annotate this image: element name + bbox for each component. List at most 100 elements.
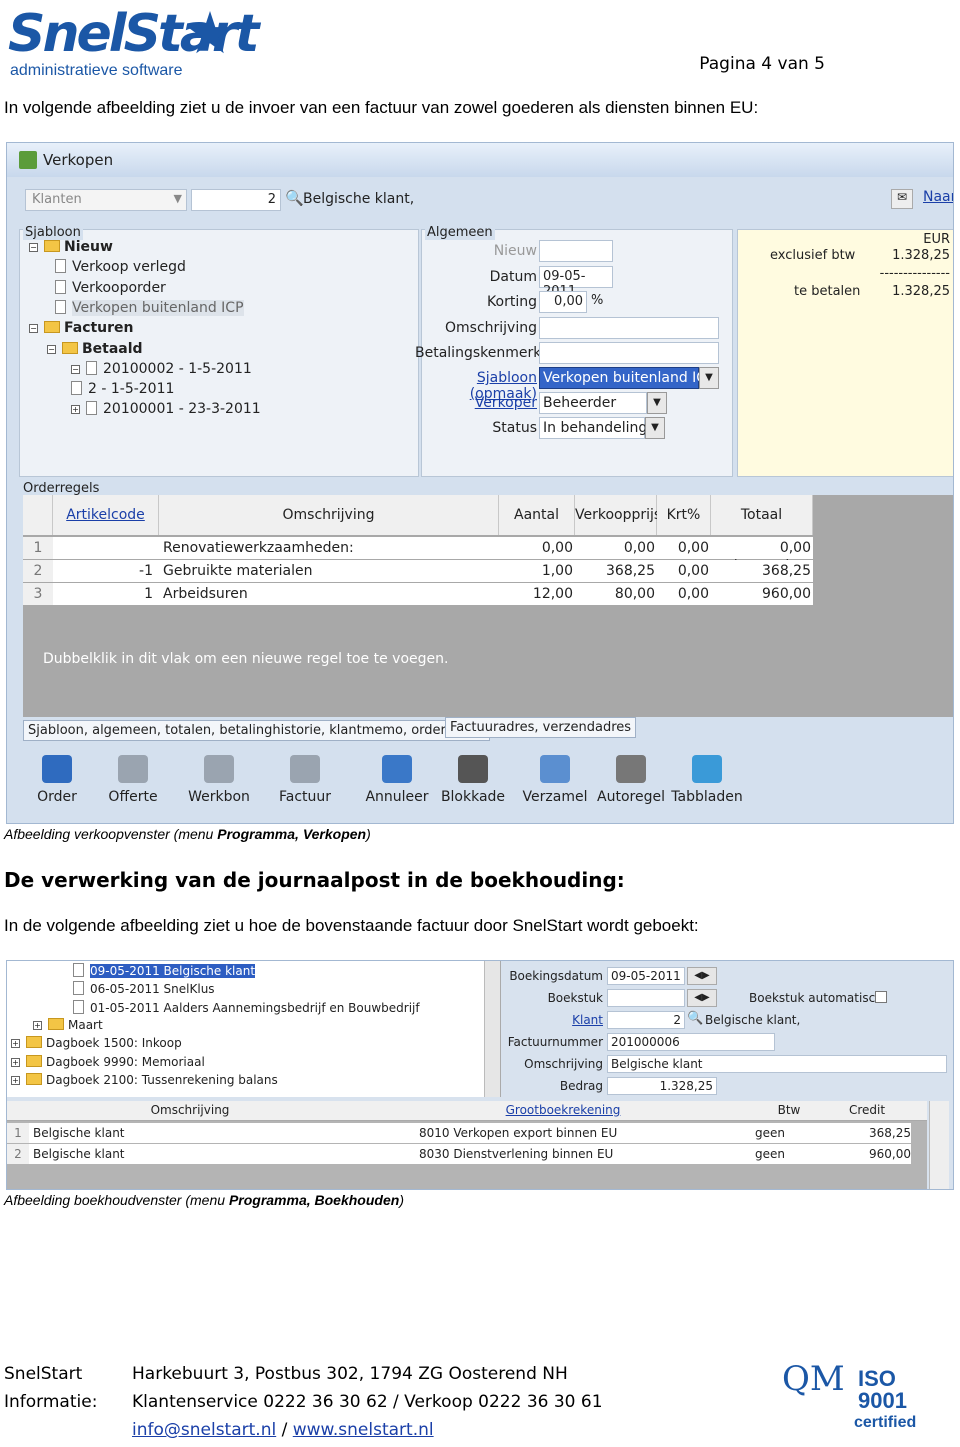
printer-icon	[204, 755, 234, 783]
autoregel-button[interactable]: Autoregel	[593, 755, 669, 805]
status-select[interactable]: In behandeling	[539, 417, 647, 439]
table-row[interactable]: 2 -1 Gebruikte materialen 1,00 368,25 0,00 368…	[23, 560, 813, 582]
verzamel-button[interactable]: Verzamel	[517, 755, 593, 805]
tree-item[interactable]: Verkopen buitenland ICP	[55, 299, 244, 316]
col2-credit[interactable]: Credit	[825, 1103, 909, 1117]
col-verkoopprijs[interactable]: Verkoopprijs	[575, 495, 661, 535]
tree-item[interactable]: − Betaald	[47, 341, 143, 357]
expand-icon[interactable]: +	[11, 1039, 20, 1049]
klant-number-input[interactable]: 2	[607, 1011, 685, 1029]
boekstuk-auto-checkbox[interactable]	[875, 991, 887, 1003]
verkoper-link[interactable]: Verkoper	[427, 395, 537, 411]
currency-label: EUR	[923, 232, 950, 247]
collapse-icon[interactable]: −	[47, 344, 56, 354]
nieuw-field[interactable]	[539, 240, 613, 262]
annuleer-button[interactable]: Annuleer	[359, 755, 435, 805]
omschrijving-input[interactable]	[539, 317, 719, 339]
tree-item[interactable]: 2 - 1-5-2011	[71, 381, 174, 397]
table-row[interactable]: 3 1 Arbeidsuren 12,00 80,00 0,00 960,00	[23, 583, 813, 605]
omschrijving2-input[interactable]: Belgische klant	[607, 1055, 947, 1073]
tree-item[interactable]: Verkooporder	[55, 279, 166, 296]
col2-omschrijving[interactable]: Omschrijving	[7, 1103, 373, 1117]
grid-scrollbar[interactable]	[929, 1101, 949, 1189]
korting-input[interactable]: 0,00	[539, 291, 587, 313]
tree-item[interactable]: + Dagboek 9990: Memoriaal	[11, 1054, 205, 1069]
datum-input[interactable]: 09-05-2011	[539, 266, 613, 299]
tree-item-label: Verkoop verlegd	[72, 259, 186, 276]
tree-item[interactable]: 06-05-2011 SnelKlus	[73, 981, 215, 996]
expand-icon[interactable]: +	[33, 1020, 42, 1030]
tree-item-label: Nieuw	[64, 239, 113, 255]
naam-link[interactable]: Naam	[923, 189, 953, 205]
klant-link[interactable]: Klant	[507, 1013, 603, 1027]
chevron-down-icon[interactable]: ▼	[647, 392, 667, 414]
website-link[interactable]: www.snelstart.nl	[293, 1420, 434, 1440]
boekingsdatum-input[interactable]: 09-05-2011	[607, 967, 685, 985]
tab-sjabloon-algemeen[interactable]: Sjabloon, algemeen, totalen, betalinghis…	[23, 720, 491, 741]
footer-address: Harkebuurt 3, Postbus 302, 1794 ZG Ooste…	[132, 1364, 568, 1384]
tree-item[interactable]: − Facturen	[29, 320, 134, 336]
expand-icon[interactable]: +	[11, 1057, 20, 1067]
tree-item[interactable]: − Nieuw	[29, 239, 113, 255]
tree-item[interactable]: Verkoop verlegd	[55, 259, 186, 275]
boekstuk-input[interactable]	[607, 989, 685, 1007]
tree-item[interactable]: − 20100002 - 1-5-2011	[71, 360, 252, 377]
boekstuk-nav-buttons[interactable]: ◀▶	[687, 989, 717, 1007]
cell-btw: geen	[755, 1147, 785, 1161]
chevron-down-icon[interactable]: ▼	[699, 367, 719, 389]
tree-item[interactable]: 01-05-2011 Aalders Aannemingsbedrijf en …	[73, 999, 420, 1015]
tab-factuuradres[interactable]: Factuuradres, verzendadres	[445, 717, 637, 738]
col-totaal[interactable]: Totaal (ex.btw)	[711, 495, 813, 563]
col-omschrijving[interactable]: Omschrijving	[159, 495, 499, 535]
relation-number-input[interactable]: 2	[191, 189, 281, 211]
col-artikelcode[interactable]: Artikelcode	[53, 495, 159, 535]
tree-item[interactable]: +20100001 - 23-3-2011	[71, 401, 261, 417]
search-icon[interactable]: 🔍	[687, 1011, 703, 1026]
mail-icon[interactable]: ✉	[891, 189, 913, 209]
tree-scrollbar[interactable]	[484, 961, 500, 1097]
date-nav-buttons[interactable]: ◀▶	[687, 967, 717, 985]
search-icon[interactable]: 🔍	[285, 189, 304, 207]
order-button[interactable]: Order	[19, 755, 95, 805]
factuurnummer-input[interactable]: 201000006	[607, 1033, 775, 1051]
tree-item-label: 01-05-2011 Aalders Aannemingsbedrijf en …	[90, 1000, 420, 1015]
blokkade-button[interactable]: Blokkade	[435, 755, 511, 805]
expand-icon[interactable]: +	[11, 1075, 20, 1085]
te-betalen-value: 1.328,25	[892, 284, 950, 299]
table-row[interactable]: 1 Belgische klant 8010 Verkopen export bin…	[7, 1123, 911, 1143]
collapse-icon[interactable]: −	[29, 243, 38, 252]
orderregels-grid[interactable]: Artikelcode Omschrijving Aantal Verkoopp…	[23, 495, 953, 717]
sjabloon-select[interactable]: Verkopen buitenland ICP	[539, 367, 715, 389]
verkoper-select[interactable]: Beheerder	[539, 392, 647, 414]
tree-item[interactable]: 09-05-2011 Belgische klant	[73, 963, 256, 978]
algemeen-group-label: Algemeen	[425, 225, 495, 240]
cell-oms: Gebruikte materialen	[163, 563, 313, 579]
chevron-down-icon[interactable]: ▼	[645, 417, 665, 439]
table-row[interactable]: 1 Renovatiewerkzaamheden: 0,00 0,00 0,00 0,00	[23, 537, 813, 559]
expand-icon[interactable]: +	[71, 405, 80, 415]
col2-grootboekrekening[interactable]: Grootboekrekening	[373, 1103, 753, 1117]
tree-item[interactable]: + Maart	[33, 1017, 103, 1032]
offerte-button[interactable]: Offerte	[95, 755, 171, 805]
tree-item[interactable]: + Dagboek 1500: Inkoop	[11, 1036, 182, 1050]
cell-oms: Arbeidsuren	[163, 586, 248, 602]
col2-btw[interactable]: Btw	[753, 1103, 825, 1117]
relation-type-select[interactable]: Klanten ▼	[25, 189, 187, 211]
bedrag-input[interactable]: 1.328,25	[607, 1077, 717, 1095]
betalingskenmerk-input[interactable]	[539, 342, 719, 364]
factuur-button[interactable]: Factuur	[267, 755, 343, 805]
col-krt[interactable]: Krt%	[657, 495, 711, 535]
tabbladen-button[interactable]: Tabbladen	[669, 755, 745, 805]
tree-item[interactable]: + Dagboek 2100: Tussenrekening balans	[11, 1072, 278, 1087]
email-link[interactable]: info@snelstart.nl	[132, 1420, 276, 1440]
werkbon-button[interactable]: Werkbon	[181, 755, 257, 805]
journal-grid[interactable]: Omschrijving Grootboekrekening Btw Credi…	[7, 1101, 927, 1189]
collapse-icon[interactable]: −	[71, 364, 80, 374]
tree-item-label: Dagboek 1500: Inkoop	[46, 1036, 182, 1051]
caption2-suffix: )	[399, 1192, 404, 1208]
cell-prijs: 368,25	[606, 563, 655, 579]
col-aantal[interactable]: Aantal	[499, 495, 575, 535]
collapse-icon[interactable]: −	[29, 324, 38, 334]
table-row[interactable]: 2 Belgische klant 8030 Dienstverlening bin…	[7, 1144, 911, 1164]
iso-certified-logo: QM ISO 9001 certified	[782, 1362, 932, 1436]
